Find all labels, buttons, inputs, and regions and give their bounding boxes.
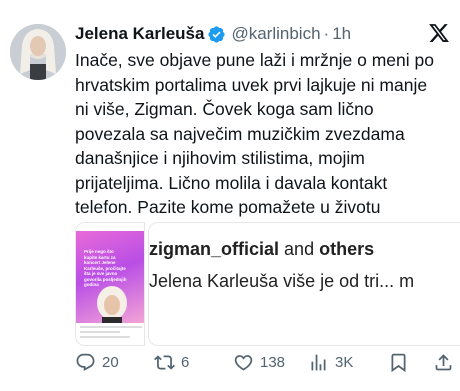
tweet-media[interactable]: Prije nego što kupite kartu za koncert J… bbox=[75, 222, 460, 346]
tweet-text: Inače, sve objave pune laži i mržnje o m… bbox=[75, 48, 455, 220]
bookmark-button[interactable] bbox=[388, 350, 409, 374]
liked-by-and: and bbox=[284, 239, 315, 259]
tweet-text-line: telefon. Pazite kome pomažete u životu bbox=[75, 197, 381, 217]
liked-by-user: zigman_official bbox=[149, 239, 280, 259]
screenshot-header bbox=[76, 223, 144, 231]
separator-dot: · bbox=[323, 24, 330, 43]
x-logo-icon bbox=[428, 22, 450, 44]
media-screenshot-left[interactable]: Prije nego što kupite kartu za koncert J… bbox=[75, 222, 145, 346]
bookmark-icon bbox=[391, 353, 406, 372]
liked-by-text: zigman_official and others bbox=[149, 239, 374, 260]
reply-button[interactable]: 20 bbox=[75, 350, 119, 374]
repost-count: 6 bbox=[181, 353, 190, 371]
reply-icon bbox=[76, 353, 95, 371]
tweet-text-line: prijateljima. Lično molila i davala kont… bbox=[75, 172, 388, 193]
tweet-text-line: povezala sa največim muzičkim zvezdama bbox=[75, 123, 405, 144]
liked-by-others: others bbox=[319, 239, 375, 259]
reply-count: 20 bbox=[102, 353, 119, 371]
tweet-text-line: hrvatskim portalima uvek prvi lajkuje ni… bbox=[75, 74, 428, 95]
views-count: 3K bbox=[335, 353, 354, 371]
action-bar: 20 6 138 3K bbox=[75, 350, 460, 374]
heart-icon bbox=[234, 354, 253, 371]
repost-button[interactable]: 6 bbox=[154, 350, 189, 374]
media-screenshot-right[interactable]: zigman_official and others Jelena Karleu… bbox=[148, 222, 460, 346]
avatar[interactable] bbox=[10, 24, 66, 80]
tweet-text-line: Inače, sve objave pune laži i mržnje o m… bbox=[75, 50, 434, 70]
repost-icon bbox=[154, 354, 175, 370]
verified-badge-icon bbox=[207, 25, 226, 44]
post-title-text: Jelena Karleuša više je od tri... m bbox=[149, 271, 415, 291]
timestamp[interactable]: 1h bbox=[332, 24, 351, 44]
portrait-image bbox=[97, 286, 127, 323]
tweet-header: Jelena Karleuša @karlinbich · 1h bbox=[75, 22, 450, 46]
screenshot-footer bbox=[76, 323, 144, 345]
like-count: 138 bbox=[260, 353, 286, 371]
views-icon bbox=[311, 354, 326, 370]
author-handle[interactable]: @karlinbich bbox=[231, 24, 320, 44]
share-button[interactable] bbox=[433, 350, 454, 374]
screenshot-image: Prije nego što kupite kartu za koncert J… bbox=[76, 231, 144, 323]
views-button[interactable]: 3K bbox=[308, 350, 353, 374]
avatar-image bbox=[10, 24, 66, 80]
tweet-text-line: ni više, Zigman. Čovek koga sam lično bbox=[75, 99, 374, 119]
author-name[interactable]: Jelena Karleuša bbox=[75, 24, 204, 44]
share-icon bbox=[435, 353, 452, 370]
like-button[interactable]: 138 bbox=[233, 350, 285, 374]
tweet-text-line: današnjice i njihovim stilistima, mojim bbox=[75, 148, 365, 168]
